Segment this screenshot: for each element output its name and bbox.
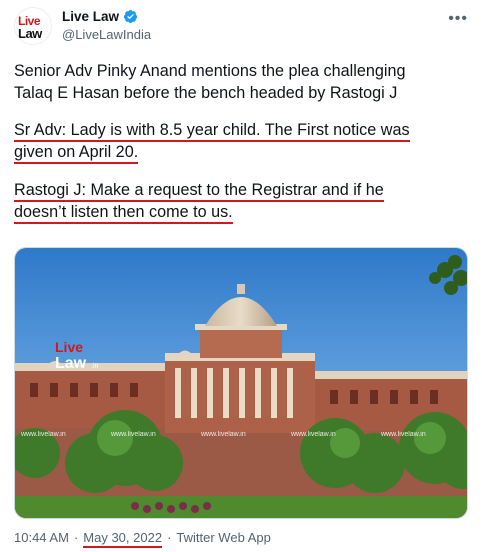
name-row: Live Law [62, 9, 138, 24]
underlined-line: doesn’t listen then come to us. [14, 203, 233, 224]
tweet-time[interactable]: 10:44 AM [14, 530, 69, 548]
underlined-line: Sr Adv: Lady is with 8.5 year child. The… [14, 121, 410, 142]
watermark-logo-bottom: Law [55, 355, 87, 372]
author-handle[interactable]: @LiveLawIndia [62, 27, 151, 42]
avatar[interactable]: Live Law [14, 7, 52, 45]
watermark-logo-suffix: .in [91, 363, 99, 370]
underlined-line: Rastogi J: Make a request to the Registr… [14, 181, 384, 202]
tweet-image[interactable]: Live Law .in www.livelaw.in www.livelaw.… [14, 247, 468, 519]
watermark-text: www.livelaw.in [200, 431, 246, 438]
tweet-source[interactable]: Twitter Web App [176, 530, 270, 548]
supreme-court-photo: Live Law .in www.livelaw.in www.livelaw.… [15, 248, 467, 518]
more-icon[interactable]: ••• [448, 10, 468, 28]
verified-icon [123, 9, 138, 24]
tweet-paragraph-1: Senior Adv Pinky Anand mentions the plea… [14, 60, 474, 104]
tweet-paragraph-3: Rastogi J: Make a request to the Registr… [14, 179, 474, 224]
tweet-text: Senior Adv Pinky Anand mentions the plea… [14, 60, 474, 239]
display-name[interactable]: Live Law [62, 9, 119, 24]
tweet-paragraph-2: Sr Adv: Lady is with 8.5 year child. The… [14, 119, 474, 164]
watermark-text: www.livelaw.in [380, 431, 426, 438]
tweet-date[interactable]: May 30, 2022 [83, 530, 163, 548]
watermark-text: www.livelaw.in [290, 431, 336, 438]
avatar-logo-bottom: Law [18, 26, 42, 41]
meta-separator: · [167, 530, 172, 545]
watermark-text: www.livelaw.in [110, 431, 156, 438]
watermark-logo-top: Live [55, 339, 83, 355]
meta-separator: · [73, 530, 79, 545]
tweet-line: Talaq E Hasan before the bench headed by… [14, 84, 398, 102]
tweet-line: Senior Adv Pinky Anand mentions the plea… [14, 62, 406, 80]
underlined-line: given on April 20. [14, 143, 139, 164]
tweet-meta: 10:44 AM · May 30, 2022 · Twitter Web Ap… [14, 530, 271, 548]
watermark-text: www.livelaw.in [20, 431, 66, 438]
